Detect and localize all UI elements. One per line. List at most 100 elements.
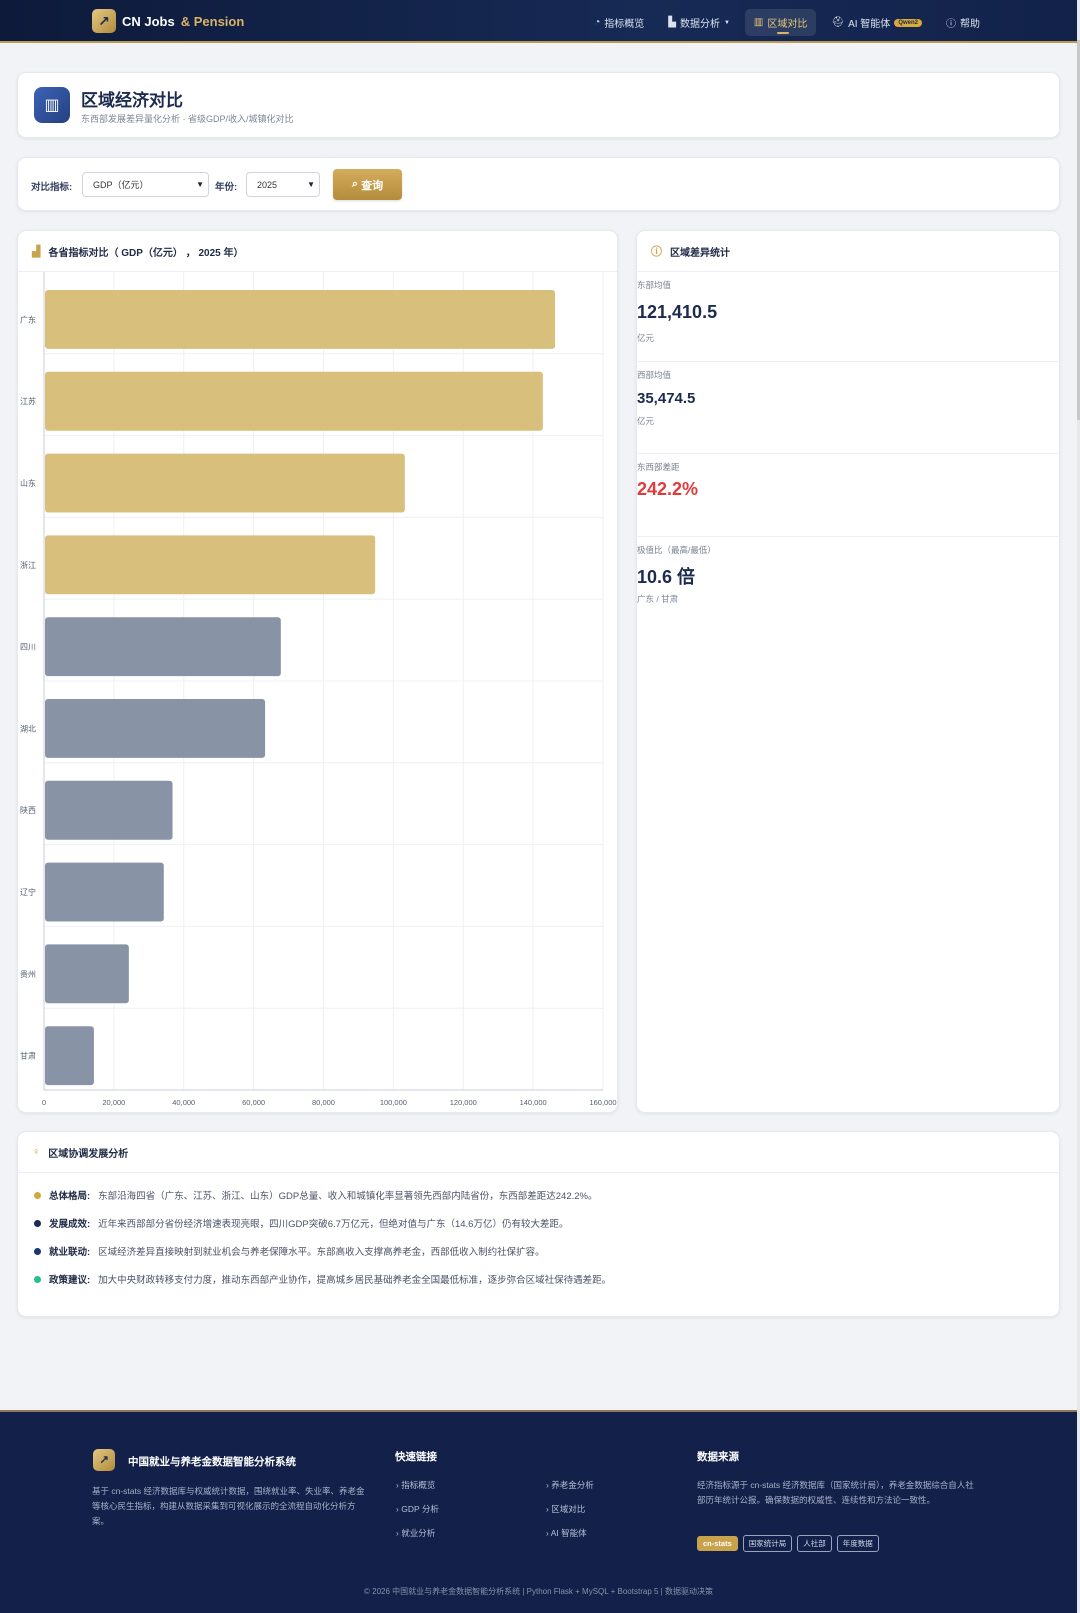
y-tick-label: 浙江 (20, 560, 36, 570)
bullet-dot-icon (34, 1191, 41, 1199)
footer-brand-title: 中国就业与养老金数据智能分析系统 (128, 1456, 296, 1468)
y-tick-label: 陕西 (20, 805, 36, 815)
footer-tags: cn-stats 国家统计局 人社部 年度数据 (697, 1533, 884, 1552)
bar-湖北[interactable] (45, 698, 266, 758)
footer-link-label: AI 智能体 (550, 1528, 587, 1538)
main-nav: ◔ 指标概览 ▙ 数据分析 ▼ ▥ 区域对比 ⛑ AI 智能体 Qwen2 ⓘ 帮助 (585, 9, 989, 36)
footer-link[interactable]: › GDP 分析 (396, 1503, 439, 1515)
nav-item-0[interactable]: ◔ 指标概览 (585, 9, 653, 36)
indicator-select[interactable]: GDP（亿元） ▼ (82, 172, 209, 197)
brand[interactable]: ↗ CN Jobs & Pension (92, 9, 244, 33)
footer-link-label: GDP 分析 (401, 1504, 439, 1514)
bullet-dot-icon (34, 1275, 41, 1283)
footer-source-desc: 经济指标源于 cn-stats 经济数据库（国家统计局），养老金数据综合自人社部… (697, 1480, 974, 1505)
analysis-text: 东部沿海四省（广东、江苏、浙江、山东）GDP总量、收入和城镇化率显著领先西部内陆… (98, 1191, 598, 1202)
analysis-panel-title: 区域协调发展分析 (48, 1148, 129, 1160)
bar-江苏[interactable] (45, 371, 543, 431)
bar-贵州[interactable] (45, 944, 129, 1004)
y-tick-label: 广东 (20, 314, 36, 324)
copyright: © 2026 中国就业与养老金数据智能分析系统 | Python Flask +… (364, 1587, 713, 1596)
x-tick-label: 60,000 (242, 1098, 265, 1107)
chart-panel-header: ▟ 各省指标对比（ GDP（亿元） ， 2025 年） (18, 231, 617, 272)
top-navbar: ↗ CN Jobs & Pension ◔ 指标概览 ▙ 数据分析 ▼ ▥ 区域对比 ⛑ AI … (0, 0, 1077, 43)
bullet-dot-icon (34, 1219, 41, 1227)
stat-value: 10.6 倍 (637, 567, 696, 587)
indicator-label: 对比指标: (31, 182, 73, 193)
stats-panel: ⓘ 区域差异统计 东部均值 121,410.5 亿元 西部均值 35,474.5 亿元 东西… (636, 230, 1060, 1113)
analysis-row: 发展成效: 近年来西部部分省份经济增速表现亮眼，四川GDP突破6.7万亿元，但绝对… (34, 1216, 568, 1230)
brand-name: CN Jobs (122, 13, 175, 29)
analysis-text: 区域经济差异直接映射到就业机会与养老保障水平。东部高收入支撑高养老金，西部低收入… (98, 1247, 545, 1258)
x-tick-label: 100,000 (380, 1098, 407, 1107)
nav-item-label: 数据分析 (679, 19, 720, 30)
footer-link-label: 养老金分析 (551, 1480, 594, 1490)
y-tick-label: 湖北 (20, 724, 36, 733)
nav-item-2[interactable]: ▥ 区域对比 (744, 9, 817, 36)
stat-value: 121,410.5 (637, 302, 718, 322)
analysis-text: 加大中央财政转移支付力度，推动东西部产业协作，提高城乡居民基础养老金全国最低标准… (98, 1275, 612, 1286)
bar-浙江[interactable] (45, 535, 376, 595)
footer-link-label: 指标概览 (401, 1480, 436, 1490)
x-tick-label: 0 (42, 1098, 46, 1107)
footer-brand-desc: 基于 cn-stats 经济数据库与权威统计数据，围绕就业率、失业率、养老金等核… (92, 1486, 365, 1526)
stat-unit: 广东 / 甘肃 (637, 594, 679, 604)
bar-广东[interactable] (45, 289, 556, 349)
bar-辽宁[interactable] (45, 862, 164, 922)
bar-山东[interactable] (45, 453, 405, 513)
footer-link-label: 区域对比 (551, 1504, 586, 1514)
footer: ↗ 中国就业与养老金数据智能分析系统 基于 cn-stats 经济数据库与权威统… (0, 1410, 1077, 1613)
nav-item-label: 指标概览 (604, 19, 645, 30)
footer-source-title: 数据来源 (697, 1451, 739, 1463)
stat-label: 东部均值 (637, 280, 672, 290)
indicator-select-value: GDP（亿元） (93, 180, 149, 190)
bar-四川[interactable] (45, 617, 281, 677)
nav-item-label: 帮助 (960, 19, 980, 30)
year-select-value: 2025 (257, 179, 278, 190)
y-tick-label: 辽宁 (20, 887, 36, 897)
footer-link[interactable]: › 就业分析 (396, 1527, 435, 1539)
bar-chart: 0 20,000 40,000 60,000 80,000 100,000 120,000 1… (20, 272, 617, 1107)
analysis-label: 就业联动: (49, 1247, 91, 1258)
source-tag: 年度数据 (836, 1535, 879, 1552)
x-tick-label: 20,000 (102, 1098, 125, 1107)
help-icon: ⓘ (946, 19, 956, 30)
bar-chart-icon: ▟ (32, 245, 41, 258)
y-tick-label: 四川 (20, 643, 36, 652)
x-tick-label: 140,000 (520, 1098, 547, 1107)
stat-unit: 亿元 (637, 416, 655, 426)
brand-accent: & Pension (180, 13, 245, 29)
analysis-label: 总体格局: (49, 1191, 91, 1202)
dashboard-icon: ◔ (594, 17, 601, 28)
footer-links-title: 快速链接 (395, 1451, 437, 1463)
analysis-label: 发展成效: (49, 1219, 91, 1230)
bar-甘肃[interactable] (45, 1026, 94, 1086)
columns-icon: ▥ (753, 17, 764, 28)
year-label: 年份: (215, 182, 238, 193)
nav-item-1[interactable]: ▙ 数据分析 ▼ (659, 9, 739, 36)
info-icon: ⓘ (651, 246, 662, 258)
query-button-label: 查询 (361, 179, 384, 192)
bar-陕西[interactable] (45, 780, 173, 840)
columns-icon: ▥ (34, 87, 70, 123)
analysis-label: 政策建议: (49, 1275, 91, 1286)
chart-panel-title: 各省指标对比（ GDP（亿元） ， 2025 年） (48, 247, 244, 259)
bullet-dot-icon (34, 1247, 41, 1255)
stat-item: 东西部差距 242.2% (637, 454, 1059, 537)
stat-item: 西部均值 35,474.5 亿元 (637, 362, 1059, 454)
analysis-panel-header: ♀ 区域协调发展分析 (18, 1132, 1059, 1173)
analysis-row: 政策建议: 加大中央财政转移支付力度，推动东西部产业协作，提高城乡居民基础养老金全… (34, 1272, 611, 1286)
nav-item-label: AI 智能体 (848, 19, 891, 30)
analysis-row: 就业联动: 区域经济差异直接映射到就业机会与养老保障水平。东部高收入支撑高养老金，… (34, 1244, 545, 1258)
query-button[interactable]: ⌕ 查询 (333, 169, 402, 200)
footer-link[interactable]: › 养老金分析 (546, 1479, 594, 1491)
filter-bar: 对比指标: GDP（亿元） ▼ 年份: 2025 ▼ ⌕ 查询 (17, 157, 1060, 211)
year-select[interactable]: 2025 ▼ (246, 172, 320, 197)
nav-item-3[interactable]: ⛑ AI 智能体 Qwen2 (822, 9, 931, 36)
footer-link[interactable]: › AI 智能体 (546, 1527, 587, 1539)
chart-line-icon: ↗ (93, 1449, 115, 1471)
page-title: 区域经济对比 (81, 91, 183, 110)
nav-item-4[interactable]: ⓘ 帮助 (937, 9, 989, 36)
footer-link[interactable]: › 指标概览 (396, 1479, 435, 1491)
footer-link[interactable]: › 区域对比 (546, 1503, 585, 1515)
stat-value: 242.2% (637, 479, 699, 499)
